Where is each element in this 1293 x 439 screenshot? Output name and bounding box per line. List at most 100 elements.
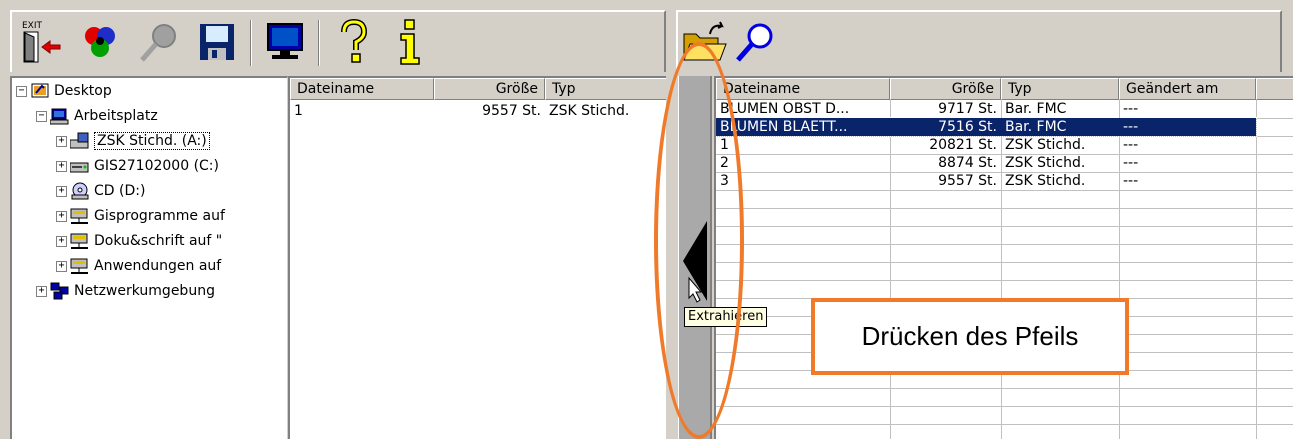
tree-item[interactable]: + GIS27102000 (C:) <box>56 155 219 177</box>
cell-changed: --- <box>1123 137 1139 153</box>
toolbar-separator <box>318 20 320 66</box>
zoom-button[interactable] <box>132 16 184 68</box>
cell-changed: --- <box>1123 119 1139 135</box>
tree-item-label: Desktop <box>54 83 112 99</box>
tree-item[interactable]: + Anwendungen auf <box>56 255 221 277</box>
column-header-changed[interactable]: Geändert am <box>1119 78 1256 100</box>
column-header-size[interactable]: Größe <box>890 78 1001 100</box>
left-row-name[interactable]: 1 <box>290 102 434 120</box>
grid-row-line <box>716 424 1293 425</box>
cell-name: 1 <box>720 137 729 153</box>
grid-row-line <box>716 406 1293 407</box>
color-button[interactable] <box>74 16 126 68</box>
tree-item[interactable]: − Arbeitsplatz <box>36 105 158 127</box>
save-disk-icon <box>200 24 234 60</box>
expand-icon[interactable]: + <box>56 160 67 172</box>
expand-icon[interactable]: + <box>56 135 67 147</box>
tree-item-label: Gisprogramme auf <box>94 208 225 224</box>
grid-row-line <box>716 208 1293 209</box>
info-button[interactable] <box>384 16 436 68</box>
tree-item-label: Arbeitsplatz <box>74 108 158 124</box>
tree-item[interactable]: + ZSK Stichd. (A:) <box>56 130 210 152</box>
tree-item[interactable]: + Netzwerkumgebung <box>36 280 215 302</box>
desktop-icon <box>31 83 49 98</box>
column-header-size[interactable]: Größe <box>434 78 545 100</box>
collapse-icon[interactable]: − <box>36 110 47 122</box>
annotation-callout: Drücken des Pfeils <box>811 298 1129 375</box>
expand-icon[interactable]: + <box>36 285 47 297</box>
display-button[interactable] <box>260 16 312 68</box>
open-button[interactable] <box>680 16 732 68</box>
info-icon <box>400 19 420 65</box>
tree-item[interactable]: + CD (D:) <box>56 180 145 202</box>
table-row[interactable]: 2 8874 St. ZSK Stichd. --- <box>716 154 1256 172</box>
search-button[interactable] <box>730 16 782 68</box>
exit-icon: EXIT <box>22 21 61 63</box>
tree-item[interactable]: + Doku&schrift auf " <box>56 230 222 252</box>
table-row-selected[interactable]: BLUMEN BLAETT... 7516 St. Bar. FMC --- <box>716 117 1257 137</box>
cell-size: 8874 St. <box>938 155 997 171</box>
folder-tree[interactable]: − Desktop − Arbeitsplatz + ZSK Stichd. (A:) + G… <box>10 76 288 439</box>
column-header-type[interactable]: Typ <box>1001 78 1119 100</box>
tree-item[interactable]: + Gisprogramme auf <box>56 205 225 227</box>
monitor-icon <box>267 23 303 59</box>
exit-button[interactable]: EXIT <box>16 16 68 68</box>
column-header-filename[interactable]: Dateiname <box>290 78 434 100</box>
help-button[interactable] <box>328 16 380 68</box>
expand-icon[interactable]: + <box>56 210 67 222</box>
grid-row-line <box>716 280 1293 281</box>
right-file-list[interactable]: Dateiname Größe Typ Geändert am BLUMEN O… <box>714 76 1293 439</box>
magnifier-icon <box>140 24 176 62</box>
left-file-list[interactable]: Dateiname Größe Typ 1 9557 St. ZSK Stich… <box>288 76 666 439</box>
extract-button[interactable] <box>679 76 713 439</box>
exit-label: EXIT <box>22 21 43 31</box>
cell-type: ZSK Stichd. <box>1005 155 1086 171</box>
left-toolbar: EXIT <box>10 10 666 72</box>
network-neighborhood-icon <box>50 282 69 300</box>
color-circles-icon <box>85 27 115 57</box>
collapse-icon[interactable]: − <box>16 85 27 97</box>
extract-tooltip: Extrahieren <box>684 307 768 327</box>
tree-item-label: ZSK Stichd. (A:) <box>94 132 210 150</box>
cell-type: Bar. FMC <box>1005 101 1067 117</box>
cell-name: BLUMEN OBST D... <box>720 101 850 117</box>
cell-type: ZSK Stichd. <box>1005 173 1086 189</box>
cell-name: 3 <box>720 173 729 189</box>
network-drive-icon <box>70 233 88 249</box>
network-drive-icon <box>70 208 88 224</box>
left-row-size[interactable]: 9557 St. <box>434 102 545 120</box>
tree-item-label: GIS27102000 (C:) <box>94 158 219 174</box>
column-header-type[interactable]: Typ <box>545 78 666 100</box>
transfer-strip <box>678 76 712 439</box>
search-icon <box>736 23 773 62</box>
table-row[interactable]: 1 20821 St. ZSK Stichd. --- <box>716 136 1256 154</box>
right-toolbar <box>676 10 1282 72</box>
cell-changed: --- <box>1123 173 1139 189</box>
grid-row-line <box>716 226 1293 227</box>
callout-text: Drücken des Pfeils <box>861 321 1079 351</box>
expand-icon[interactable]: + <box>56 185 67 197</box>
help-question-icon <box>341 18 368 63</box>
tree-item-label: Anwendungen auf <box>94 258 222 274</box>
open-folder-icon <box>683 21 727 61</box>
cell-size: 9557 St. <box>938 173 997 189</box>
table-row[interactable]: BLUMEN OBST D... 9717 St. Bar. FMC --- <box>716 100 1256 118</box>
cell-changed: --- <box>1123 155 1139 171</box>
cell-size: 7516 St. <box>938 119 997 135</box>
left-row-type[interactable]: ZSK Stichd. <box>545 102 666 120</box>
expand-icon[interactable]: + <box>56 260 67 272</box>
cell-name: BLUMEN BLAETT... <box>720 119 848 135</box>
tree-item-label: Doku&schrift auf " <box>94 233 223 249</box>
grid-row-line <box>716 388 1293 389</box>
network-drive-icon <box>70 258 88 274</box>
column-header-empty <box>1256 78 1293 100</box>
column-header-filename[interactable]: Dateiname <box>716 78 890 100</box>
cell-name: 2 <box>720 155 729 171</box>
tree-item[interactable]: − Desktop <box>16 80 112 102</box>
table-row[interactable]: 3 9557 St. ZSK Stichd. --- <box>716 172 1256 190</box>
floppy-drive-icon <box>70 132 89 149</box>
cell-type: ZSK Stichd. <box>1005 137 1086 153</box>
expand-icon[interactable]: + <box>56 235 67 247</box>
cd-drive-icon <box>71 182 89 200</box>
save-button[interactable] <box>190 16 242 68</box>
